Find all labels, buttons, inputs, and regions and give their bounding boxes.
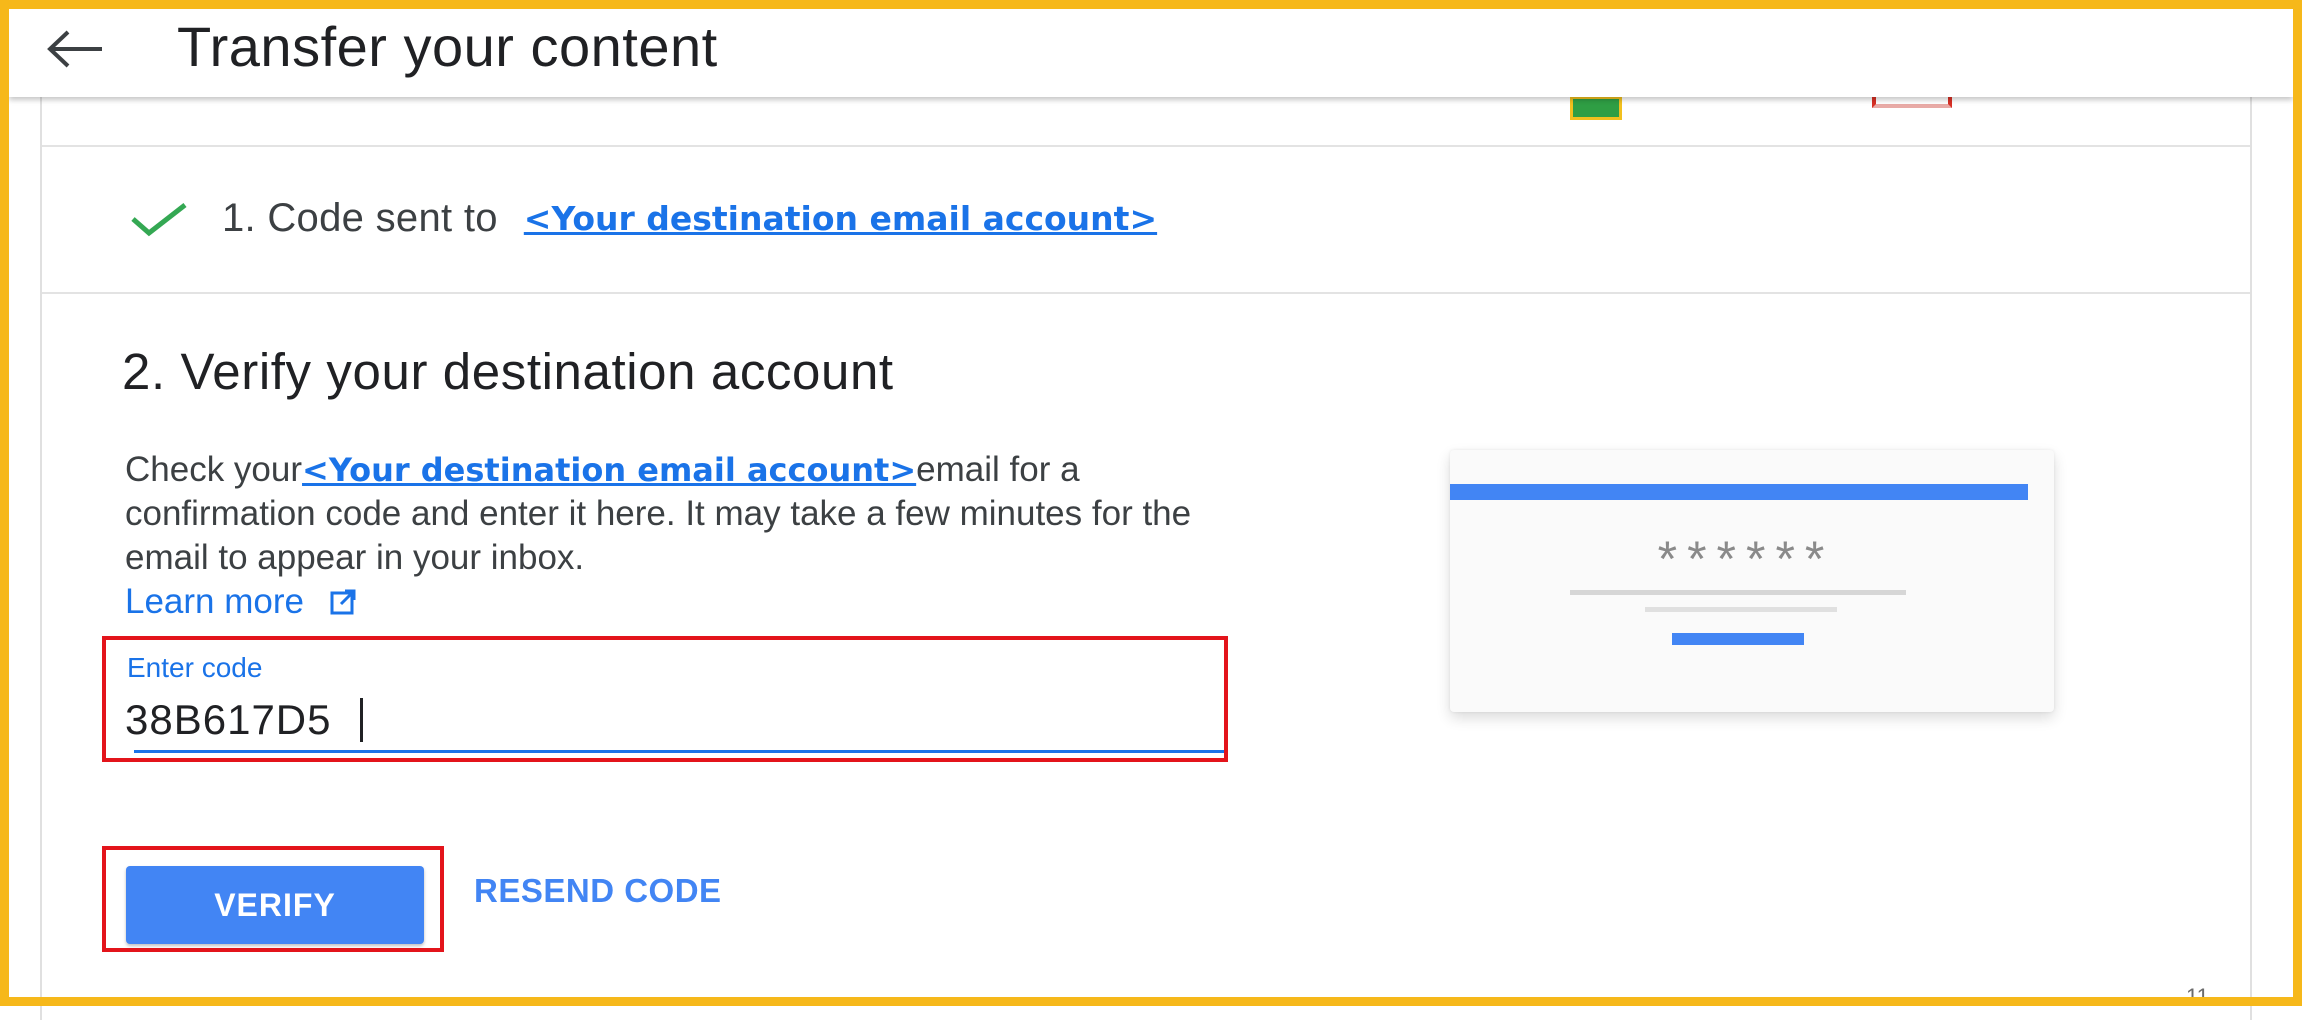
- slide-page-number: 11: [2186, 984, 2209, 1009]
- divider: [42, 145, 2250, 147]
- masked-code-text: ******: [1657, 531, 1835, 587]
- illustration-button: [1672, 633, 1804, 645]
- destination-email-link[interactable]: <Your destination email account>: [302, 451, 916, 489]
- text-caret: [360, 698, 363, 742]
- code-field-label: Enter code: [127, 652, 263, 683]
- arrow-left-icon: [47, 30, 102, 68]
- step-1-row: 1. Code sent to <Your destination email …: [130, 196, 1157, 241]
- learn-more-link[interactable]: Learn more: [125, 580, 356, 624]
- step-2-description: Check your<Your destination email accoun…: [125, 448, 1235, 624]
- open-in-new-icon: [330, 589, 356, 615]
- divider: [42, 292, 2250, 294]
- page-title: Transfer your content: [177, 15, 718, 78]
- checkmark-icon: [131, 202, 187, 236]
- code-highlight-box: Enter code: [102, 636, 1228, 762]
- app-bar: Transfer your content: [9, 9, 2293, 97]
- verify-button[interactable]: VERIFY: [126, 866, 424, 944]
- description-prefix: Check your: [125, 450, 303, 489]
- code-illustration: ******: [1450, 450, 2054, 712]
- destination-email-link[interactable]: <Your destination email account>: [524, 199, 1157, 238]
- illustration-line: [1570, 590, 1906, 595]
- illustration-bar: [1450, 484, 2028, 500]
- illustration-line: [1645, 607, 1837, 612]
- resend-code-button[interactable]: RESEND CODE: [474, 872, 722, 910]
- back-button[interactable]: [43, 23, 107, 75]
- learn-more-label: Learn more: [125, 582, 304, 621]
- step-1-text: 1. Code sent to: [222, 196, 498, 240]
- verify-highlight-box: VERIFY: [102, 846, 444, 952]
- code-input-underline: [134, 750, 1224, 753]
- partial-illustration-icon: [1570, 96, 1622, 120]
- step-2-title: 2. Verify your destination account: [122, 343, 894, 400]
- code-input[interactable]: [125, 694, 1205, 746]
